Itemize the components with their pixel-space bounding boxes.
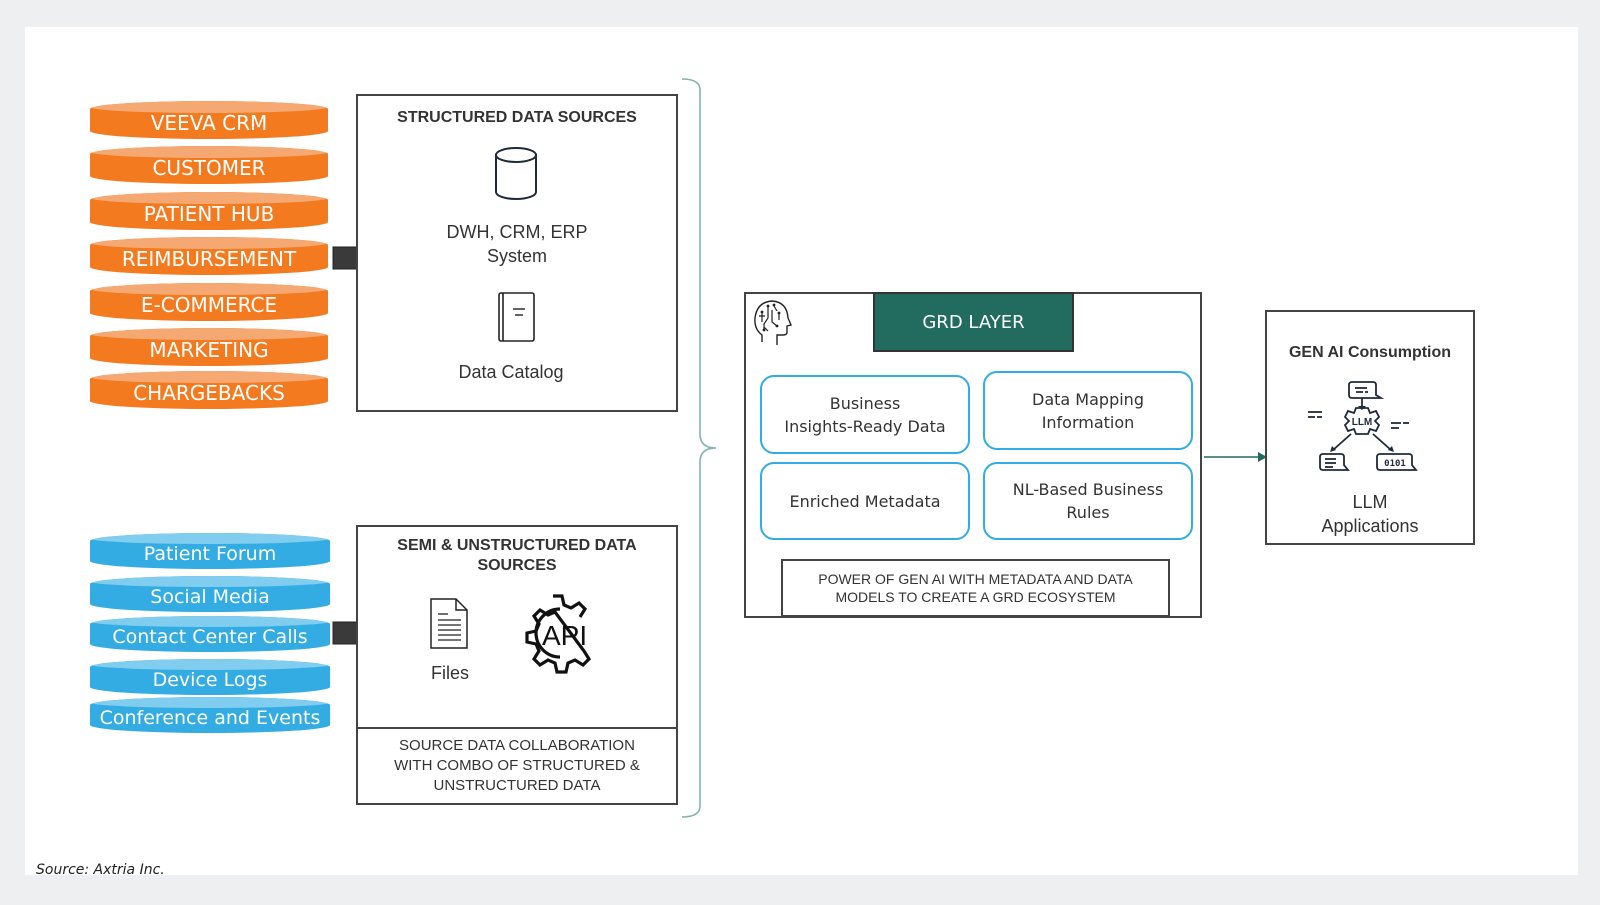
ai-head-icon bbox=[754, 300, 792, 345]
db-label: DWH, CRM, ERP System bbox=[446, 222, 588, 266]
source-disc: Device Logs bbox=[90, 659, 330, 695]
box-title: GEN AI Consumption bbox=[1288, 344, 1452, 361]
database-icon bbox=[495, 147, 537, 200]
box-title: STRUCTURED DATA SOURCES bbox=[397, 109, 637, 126]
grd-card-data-mapping: Data Mapping Information bbox=[983, 371, 1193, 450]
api-gear-icon: API bbox=[525, 594, 592, 674]
source-disc: E-COMMERCE bbox=[90, 283, 328, 321]
connector-arrow-icon bbox=[1204, 452, 1267, 462]
source-disc: Contact Center Calls bbox=[90, 616, 330, 652]
grd-card-nl-business-rules: NL-Based Business Rules bbox=[983, 462, 1193, 540]
source-disc: Social Media bbox=[90, 576, 330, 612]
box-title: SEMI & UNSTRUCTURED DATA SOURCES bbox=[397, 537, 637, 574]
source-disc: CHARGEBACKS bbox=[90, 371, 328, 409]
grouping-brace bbox=[681, 78, 717, 818]
unstructured-data-sources-box: SEMI & UNSTRUCTURED DATA SOURCES Files A… bbox=[356, 525, 678, 729]
source-disc: PATIENT HUB bbox=[90, 192, 328, 230]
document-icon bbox=[430, 598, 468, 649]
llm-network-icon: LLM 0101 bbox=[1308, 381, 1418, 471]
source-citation: Source: Axtria Inc. bbox=[36, 862, 165, 878]
book-icon bbox=[498, 292, 535, 342]
gen-ai-consumption-box: GEN AI Consumption LLM 0101 LLM Applicat… bbox=[1265, 310, 1475, 545]
binary-icon-text: 0101 bbox=[1384, 459, 1406, 469]
llm-applications-label: LLM Applications bbox=[1321, 492, 1419, 536]
source-disc: Conference and Events bbox=[90, 697, 330, 733]
api-text: API bbox=[542, 620, 587, 651]
files-label: Files bbox=[430, 663, 469, 683]
source-disc: Patient Forum bbox=[90, 533, 330, 569]
grd-caption: POWER OF GEN AI WITH METADATA AND DATA M… bbox=[781, 559, 1170, 617]
source-disc: MARKETING bbox=[90, 328, 328, 366]
source-disc: REIMBURSEMENT bbox=[90, 237, 328, 275]
grd-layer-title: GRD LAYER bbox=[873, 292, 1074, 352]
grd-card-business-insights: Business Insights-Ready Data bbox=[760, 375, 970, 454]
source-disc: VEEVA CRM bbox=[90, 101, 328, 139]
catalog-label: Data Catalog bbox=[458, 362, 564, 382]
grd-card-enriched-metadata: Enriched Metadata bbox=[760, 462, 970, 540]
collaboration-caption: SOURCE DATA COLLABORATION WITH COMBO OF … bbox=[356, 727, 678, 805]
source-disc: CUSTOMER bbox=[90, 146, 328, 184]
structured-data-sources-box: STRUCTURED DATA SOURCES DWH, CRM, ERP Sy… bbox=[356, 94, 678, 412]
llm-icon-text: LLM bbox=[1352, 417, 1373, 428]
